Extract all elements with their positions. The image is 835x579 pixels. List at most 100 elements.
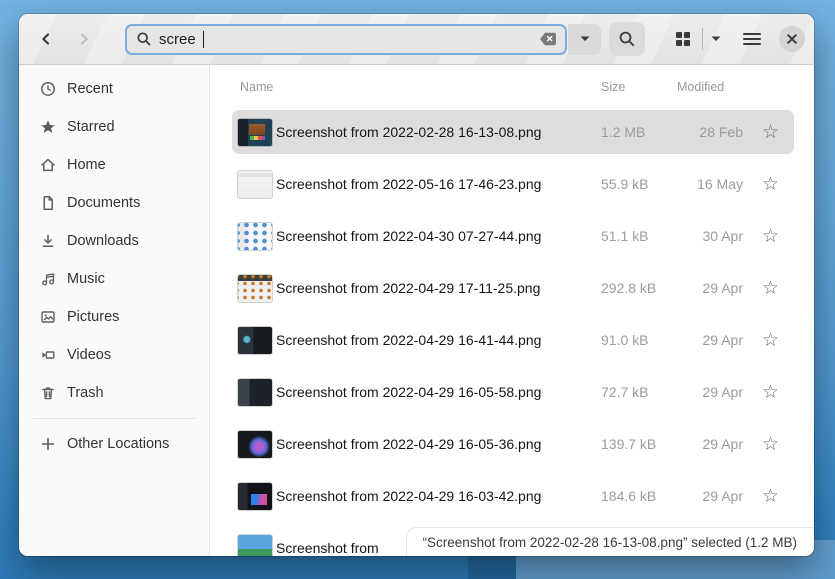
sidebar-item-pictures[interactable]: Pictures bbox=[19, 298, 209, 336]
column-header-modified[interactable]: Modified bbox=[677, 80, 747, 94]
star-toggle-icon[interactable]: ☆ bbox=[747, 487, 794, 506]
close-button[interactable] bbox=[779, 26, 805, 52]
star-toggle-icon[interactable]: ☆ bbox=[747, 279, 794, 298]
sidebar-item-documents[interactable]: Documents bbox=[19, 184, 209, 222]
sidebar-item-label: Starred bbox=[67, 119, 115, 135]
file-rows: Screenshot from 2022-02-28 16-13-08.png … bbox=[232, 110, 794, 556]
clock-icon bbox=[40, 81, 56, 97]
file-size: 91.0 kB bbox=[601, 332, 677, 348]
close-icon bbox=[786, 33, 798, 45]
file-size: 184.6 kB bbox=[601, 488, 677, 504]
sidebar-item-other-locations[interactable]: Other Locations bbox=[19, 425, 209, 463]
sidebar-item-music[interactable]: Music bbox=[19, 260, 209, 298]
music-note-icon bbox=[40, 271, 56, 287]
file-modified: 29 Apr bbox=[677, 436, 747, 452]
view-options-dropdown[interactable] bbox=[703, 22, 729, 56]
file-thumbnail bbox=[238, 171, 272, 198]
nav-buttons bbox=[29, 22, 101, 56]
sidebar-item-recent[interactable]: Recent bbox=[19, 70, 209, 108]
star-toggle-icon[interactable]: ☆ bbox=[747, 123, 794, 142]
column-header-name[interactable]: Name bbox=[232, 80, 601, 94]
file-thumbnail bbox=[238, 431, 272, 458]
file-list: Name Size Modified Screenshot from 2022-… bbox=[210, 65, 814, 556]
back-button[interactable] bbox=[29, 22, 63, 56]
clear-search-button[interactable] bbox=[539, 32, 557, 46]
selection-status-text: “Screenshot from 2022-02-28 16-13-08.png… bbox=[423, 535, 797, 550]
search-input[interactable]: scree bbox=[125, 24, 567, 55]
file-thumbnail bbox=[238, 379, 272, 406]
chevron-down-icon bbox=[710, 35, 722, 43]
document-icon bbox=[40, 195, 56, 211]
table-row[interactable]: Screenshot from 2022-04-29 16-03-42.png … bbox=[232, 474, 794, 518]
file-modified: 29 Apr bbox=[677, 280, 747, 296]
clear-icon bbox=[539, 32, 557, 46]
search-options-dropdown[interactable] bbox=[568, 24, 601, 55]
table-row[interactable]: Screenshot from 2022-04-29 17-11-25.png … bbox=[232, 266, 794, 310]
column-header-size[interactable]: Size bbox=[601, 80, 677, 94]
sidebar: Recent Starred Home Documents Downloads … bbox=[19, 65, 209, 556]
search-toggle-button[interactable] bbox=[609, 22, 645, 56]
file-modified: 28 Feb bbox=[677, 124, 747, 140]
star-icon bbox=[40, 119, 56, 135]
sidebar-item-label: Other Locations bbox=[67, 436, 169, 452]
table-row[interactable]: Screenshot from 2022-05-16 17-46-23.png … bbox=[232, 162, 794, 206]
table-row[interactable]: Screenshot from 2022-04-29 16-41-44.png … bbox=[232, 318, 794, 362]
grid-view-icon bbox=[674, 30, 692, 48]
file-modified: 30 Apr bbox=[677, 228, 747, 244]
star-toggle-icon[interactable]: ☆ bbox=[747, 227, 794, 246]
chevron-left-icon bbox=[38, 31, 54, 47]
sidebar-item-label: Trash bbox=[67, 385, 104, 401]
picture-icon bbox=[40, 309, 56, 325]
file-thumbnail bbox=[238, 535, 272, 557]
sidebar-item-label: Videos bbox=[67, 347, 111, 363]
file-thumbnail bbox=[238, 275, 272, 302]
sidebar-item-downloads[interactable]: Downloads bbox=[19, 222, 209, 260]
file-modified: 16 May bbox=[677, 176, 747, 192]
file-size: 139.7 kB bbox=[601, 436, 677, 452]
star-toggle-icon[interactable]: ☆ bbox=[747, 175, 794, 194]
search-icon bbox=[618, 30, 636, 48]
search-icon bbox=[136, 31, 152, 47]
file-thumbnail bbox=[238, 327, 272, 354]
table-row[interactable]: Screenshot from 2022-04-30 07-27-44.png … bbox=[232, 214, 794, 258]
star-toggle-icon[interactable]: ☆ bbox=[747, 383, 794, 402]
home-icon bbox=[40, 157, 56, 173]
file-modified: 29 Apr bbox=[677, 384, 747, 400]
menu-button[interactable] bbox=[737, 22, 767, 56]
sidebar-item-label: Recent bbox=[67, 81, 113, 97]
download-icon bbox=[40, 233, 56, 249]
list-column-headers: Name Size Modified bbox=[232, 71, 794, 103]
file-modified: 29 Apr bbox=[677, 332, 747, 348]
file-thumbnail bbox=[238, 223, 272, 250]
file-size: 51.1 kB bbox=[601, 228, 677, 244]
files-window: scree bbox=[19, 14, 814, 556]
file-name: Screenshot from 2022-04-29 16-41-44.png bbox=[276, 332, 601, 348]
table-row[interactable]: Screenshot from 2022-02-28 16-13-08.png … bbox=[232, 110, 794, 154]
file-name: Screenshot from 2022-04-29 17-11-25.png bbox=[276, 280, 601, 296]
headerbar-right-controls bbox=[664, 22, 805, 56]
search-bar: scree bbox=[125, 24, 601, 55]
forward-button[interactable] bbox=[67, 22, 101, 56]
file-size: 72.7 kB bbox=[601, 384, 677, 400]
file-thumbnail bbox=[238, 483, 272, 510]
star-toggle-icon[interactable]: ☆ bbox=[747, 435, 794, 454]
sidebar-item-starred[interactable]: Starred bbox=[19, 108, 209, 146]
table-row[interactable]: Screenshot from 2022-04-29 16-05-36.png … bbox=[232, 422, 794, 466]
file-name: Screenshot from 2022-02-28 16-13-08.png bbox=[276, 124, 601, 140]
sidebar-item-trash[interactable]: Trash bbox=[19, 374, 209, 412]
status-bar: “Screenshot from 2022-02-28 16-13-08.png… bbox=[407, 528, 814, 556]
grid-view-button[interactable] bbox=[664, 22, 702, 56]
hamburger-icon bbox=[743, 32, 761, 46]
sidebar-item-label: Home bbox=[67, 157, 106, 173]
file-modified: 29 Apr bbox=[677, 488, 747, 504]
sidebar-item-home[interactable]: Home bbox=[19, 146, 209, 184]
view-switcher bbox=[664, 22, 729, 56]
sidebar-item-videos[interactable]: Videos bbox=[19, 336, 209, 374]
star-toggle-icon[interactable]: ☆ bbox=[747, 331, 794, 350]
table-row[interactable]: Screenshot from 2022-04-29 16-05-58.png … bbox=[232, 370, 794, 414]
sidebar-item-label: Music bbox=[67, 271, 105, 287]
trash-icon bbox=[40, 385, 56, 401]
file-size: 1.2 MB bbox=[601, 124, 677, 140]
file-name: Screenshot from 2022-04-29 16-05-58.png bbox=[276, 384, 601, 400]
search-query-text: scree bbox=[159, 31, 196, 48]
